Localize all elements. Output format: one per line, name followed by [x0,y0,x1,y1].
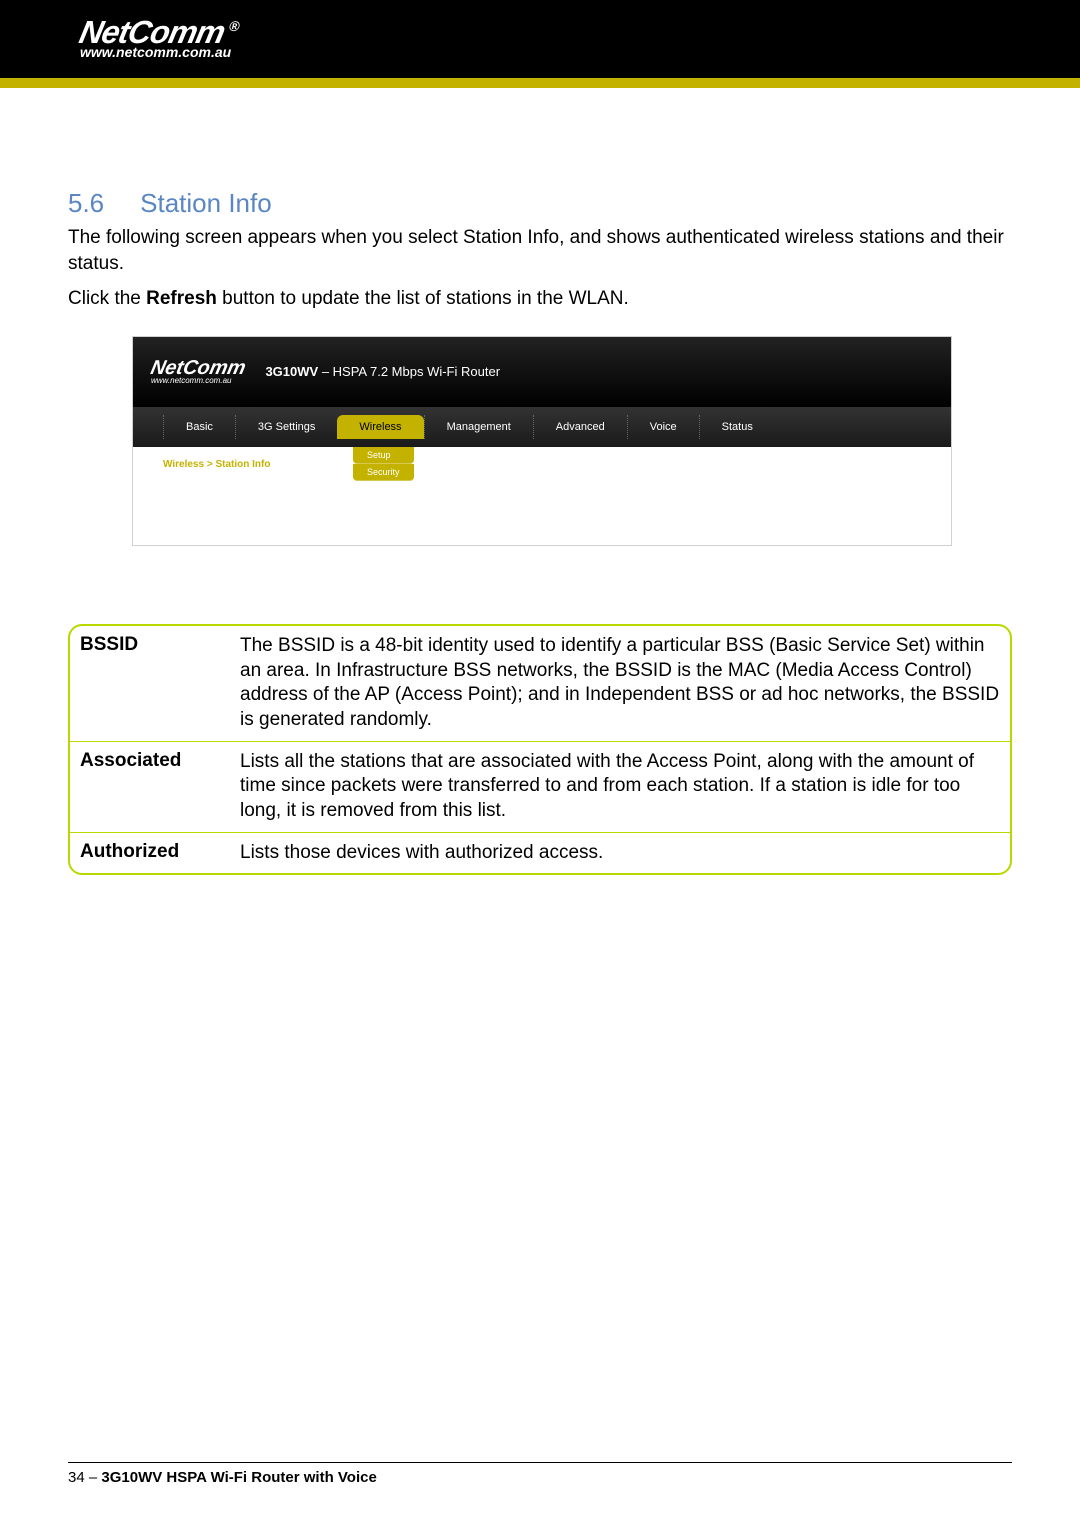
table-row: Associated Lists all the stations that a… [70,742,1010,833]
text-fragment: button to update the list of stations in… [217,288,629,309]
refresh-label: Refresh [146,288,217,309]
logo-text: NetComm® [77,18,241,47]
footer-separator: – [85,1469,102,1486]
term-associated: Associated [70,742,240,832]
top-banner: NetComm® www.netcomm.com.au [0,0,1080,78]
router-body: Setup Security Wireless > Station Info [133,447,951,546]
page-content: 5.6 Station Info The following screen ap… [0,88,1080,875]
nav-status[interactable]: Status [699,415,775,439]
nav-basic[interactable]: Basic [163,415,235,439]
table-row: BSSID The BSSID is a 48-bit identity use… [70,626,1010,742]
text-fragment: Click the [68,288,146,309]
section-number: 5.6 [68,188,104,219]
registered-icon: ® [228,18,241,34]
brand-logo: NetComm® www.netcomm.com.au [80,18,237,61]
router-model-desc: – HSPA 7.2 Mbps Wi-Fi Router [318,364,500,379]
logo-name: NetComm [76,14,228,50]
router-model: 3G10WV [265,364,318,379]
desc-associated: Lists all the stations that are associat… [240,742,1010,832]
page-footer: 34 – 3G10WV HSPA Wi-Fi Router with Voice [68,1462,1012,1486]
breadcrumb: Wireless > Station Info [163,459,921,470]
page-number: 34 [68,1469,85,1486]
footer-model: 3G10WV HSPA Wi-Fi Router with Voice [101,1469,376,1486]
section-heading: 5.6 Station Info [68,188,1012,219]
accent-bar [0,78,1080,88]
nav-wireless[interactable]: Wireless [337,415,423,439]
router-title: 3G10WV – HSPA 7.2 Mbps Wi-Fi Router [265,364,500,379]
router-header: NetComm www.netcomm.com.au 3G10WV – HSPA… [133,337,951,407]
refresh-paragraph: Click the Refresh button to update the l… [68,286,1012,312]
sub-nav: Setup Security [353,447,414,481]
table-row: Authorized Lists those devices with auth… [70,833,1010,874]
router-nav: Basic 3G Settings Wireless Management Ad… [133,407,951,447]
section-title: Station Info [140,188,272,219]
nav-3g-settings[interactable]: 3G Settings [235,415,337,439]
router-screenshot: NetComm www.netcomm.com.au 3G10WV – HSPA… [132,336,952,546]
router-logo-block: NetComm www.netcomm.com.au [151,359,245,385]
router-logo: NetComm [149,359,247,377]
subnav-setup[interactable]: Setup [353,447,414,464]
nav-voice[interactable]: Voice [627,415,699,439]
desc-authorized: Lists those devices with authorized acce… [240,833,1010,874]
nav-management[interactable]: Management [424,415,533,439]
subnav-security[interactable]: Security [353,464,414,481]
definitions-table: BSSID The BSSID is a 48-bit identity use… [68,624,1012,876]
intro-paragraph: The following screen appears when you se… [68,225,1012,276]
nav-advanced[interactable]: Advanced [533,415,627,439]
term-authorized: Authorized [70,833,240,874]
term-bssid: BSSID [70,626,240,741]
desc-bssid: The BSSID is a 48-bit identity used to i… [240,626,1010,741]
